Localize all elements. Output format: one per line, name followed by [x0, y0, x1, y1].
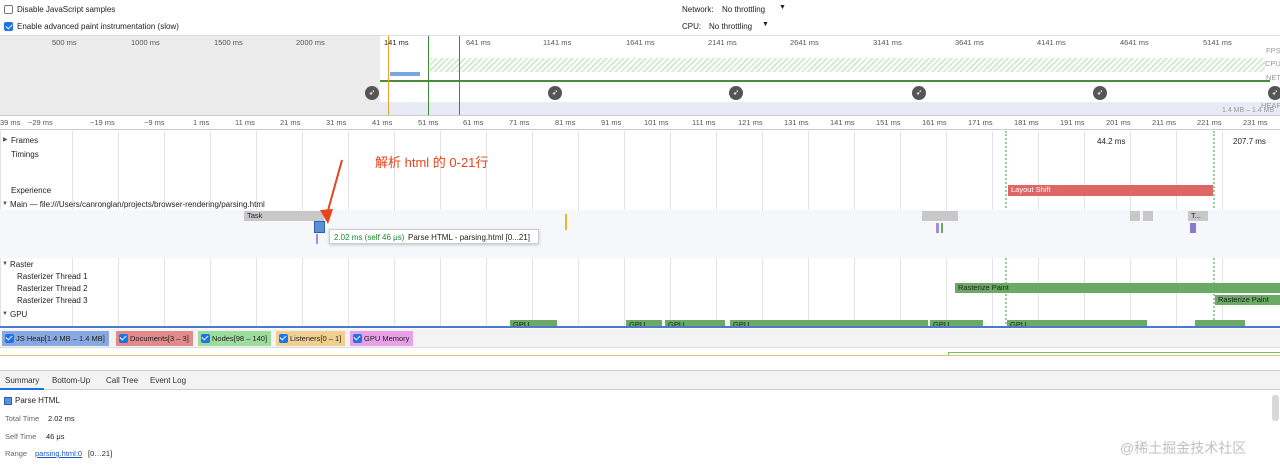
tab-bottom-up[interactable]: Bottom-Up — [52, 376, 90, 385]
summary-panel: Parse HTML Total Time 2.02 ms Self Time … — [0, 391, 1280, 474]
legend-gpu-memory-label: GPU Memory — [364, 334, 410, 343]
checkbox-icon[interactable] — [279, 334, 288, 343]
legend-listeners[interactable]: Listeners[0 – 1] — [276, 331, 346, 346]
range-label: Range — [5, 449, 28, 458]
legend-gpu-memory[interactable]: GPU Memory — [350, 331, 414, 346]
watermark: @稀土掘金技术社区 — [1120, 440, 1247, 456]
checkbox-icon[interactable] — [5, 334, 14, 343]
summary-color-swatch — [4, 397, 12, 405]
checkbox-icon[interactable] — [353, 334, 362, 343]
legend-documents-label: Documents[3 – 3] — [130, 334, 189, 343]
tab-event-log[interactable]: Event Log — [150, 376, 186, 385]
range-link[interactable]: parsing.html:0 — [35, 449, 82, 458]
tab-call-tree[interactable]: Call Tree — [106, 376, 138, 385]
summary-title: Parse HTML — [15, 396, 60, 405]
memory-line-green — [948, 352, 1280, 353]
annotation-arrowhead-top — [320, 209, 333, 224]
memory-graph — [0, 348, 1280, 370]
self-time-label: Self Time — [5, 432, 37, 441]
legend-nodes-label: Nodes[98 – 140] — [212, 334, 268, 343]
total-time-label: Total Time — [5, 414, 40, 423]
checkbox-icon[interactable] — [119, 334, 128, 343]
annotation-arrow-top — [326, 159, 343, 215]
range-suffix: [0…21] — [88, 449, 113, 458]
legend-listeners-label: Listeners[0 – 1] — [290, 334, 342, 343]
checkbox-icon[interactable] — [201, 334, 210, 343]
details-tabs — [0, 370, 1280, 390]
scrollbar[interactable] — [1272, 395, 1279, 421]
legend-documents[interactable]: Documents[3 – 3] — [116, 331, 193, 346]
memory-line-orange — [0, 355, 1280, 356]
legend-js-heap[interactable]: JS Heap[1.4 MB – 1.4 MB] — [2, 331, 109, 346]
tab-summary-underline — [0, 388, 44, 390]
legend-js-heap-label: JS Heap[1.4 MB – 1.4 MB] — [16, 334, 105, 343]
tab-summary[interactable]: Summary — [5, 376, 39, 385]
self-time-value: 46 μs — [46, 432, 65, 441]
legend-nodes[interactable]: Nodes[98 – 140] — [198, 331, 272, 346]
total-time-value: 2.02 ms — [48, 414, 75, 423]
memory-line-green-step — [948, 352, 949, 355]
